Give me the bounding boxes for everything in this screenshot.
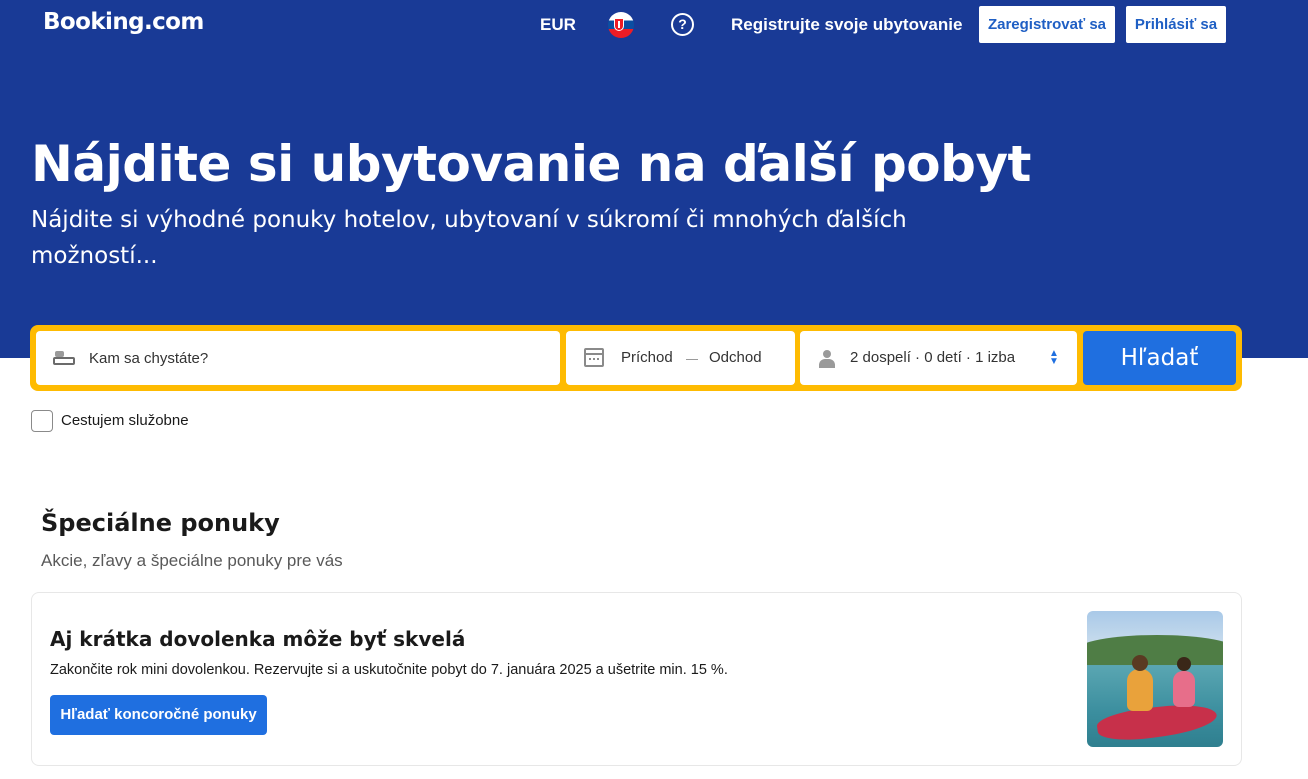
guests-summary[interactable]: 2 dospelí · 0 detí · 1 izba bbox=[850, 349, 1015, 366]
hero-subtitle: Nájdite si výhodné ponuky hotelov, ubyto… bbox=[31, 207, 907, 269]
hero-title: Nájdite si ubytovanie na ďalší pobyt bbox=[31, 135, 1031, 193]
business-travel-checkbox[interactable] bbox=[31, 409, 53, 432]
date-picker[interactable]: Príchod Odchod bbox=[566, 331, 795, 385]
canoe-family-image bbox=[1087, 611, 1223, 747]
search-bar: Príchod Odchod 2 dospelí · 0 detí · 1 iz… bbox=[30, 325, 1242, 391]
checkout-label[interactable]: Odchod bbox=[709, 349, 762, 366]
sign-in-button[interactable]: Prihlásiť sa bbox=[1125, 5, 1227, 44]
checkin-label[interactable]: Príchod bbox=[621, 349, 673, 366]
slovakia-flag-icon[interactable] bbox=[608, 12, 634, 38]
offer-card-text: Zakončite rok mini dovolenkou. Rezervujt… bbox=[50, 662, 728, 678]
guests-selector[interactable]: 2 dospelí · 0 detí · 1 izba ▲ ▼ bbox=[800, 331, 1077, 385]
destination-field[interactable] bbox=[36, 331, 560, 385]
person-icon bbox=[818, 350, 836, 368]
calendar-icon bbox=[584, 348, 604, 367]
offers-title: Špeciálne ponuky bbox=[41, 509, 280, 537]
end-of-year-deals-button[interactable]: Hľadať koncoročné ponuky bbox=[50, 695, 267, 735]
booking-logo[interactable]: Booking.com bbox=[43, 9, 204, 35]
list-property-link[interactable]: Registrujte svoje ubytovanie bbox=[731, 14, 962, 36]
search-button[interactable]: Hľadať bbox=[1083, 331, 1236, 385]
offer-card: Aj krátka dovolenka môže byť skvelá Zako… bbox=[31, 592, 1242, 766]
business-travel-label[interactable]: Cestujem služobne bbox=[61, 412, 189, 429]
currency-selector[interactable]: EUR bbox=[540, 14, 576, 36]
bed-icon bbox=[53, 351, 75, 365]
date-separator bbox=[686, 359, 698, 360]
offer-card-title: Aj krátka dovolenka môže byť skvelá bbox=[50, 627, 466, 651]
question-circle-icon[interactable]: ? bbox=[671, 13, 694, 36]
register-button[interactable]: Zaregistrovať sa bbox=[978, 5, 1116, 44]
destination-input[interactable] bbox=[89, 347, 529, 369]
offers-subtitle: Akcie, zľavy a špeciálne ponuky pre vás bbox=[41, 551, 343, 570]
chevron-up-down-icon: ▲ ▼ bbox=[1049, 348, 1059, 367]
business-travel-option[interactable]: Cestujem služobne bbox=[31, 409, 189, 432]
